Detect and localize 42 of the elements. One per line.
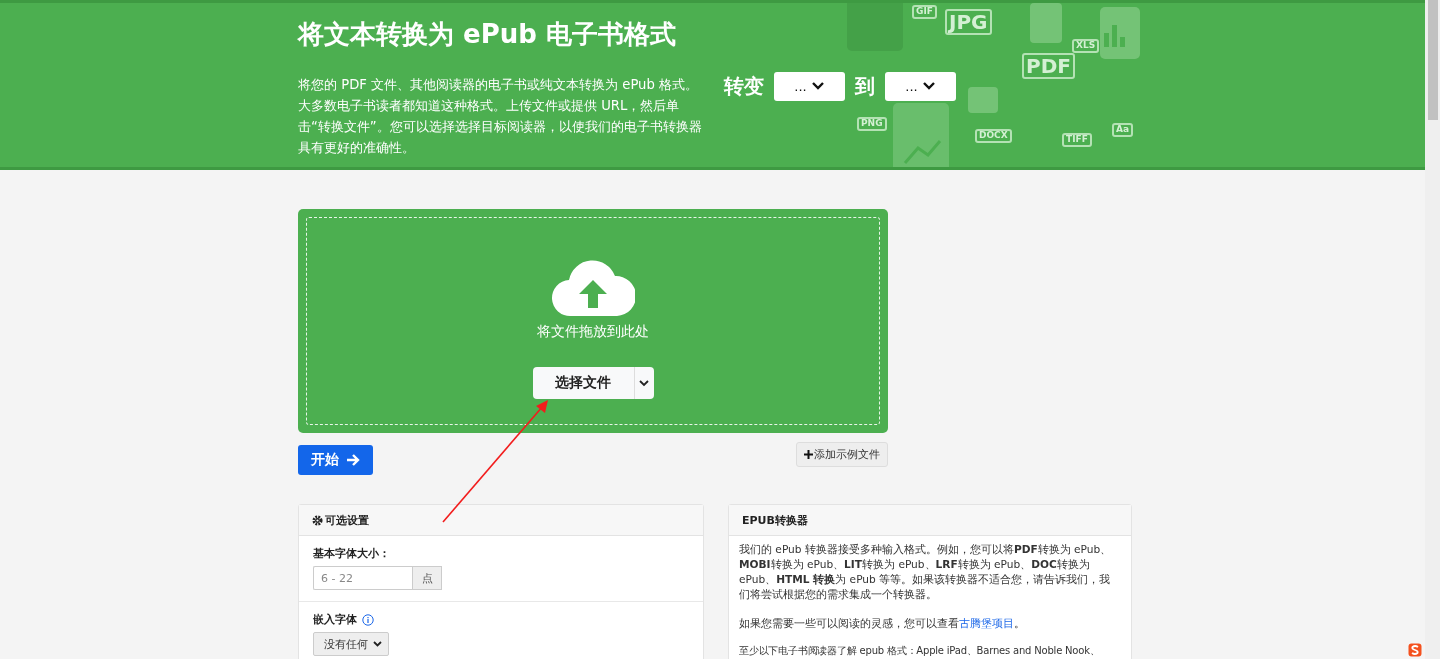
source-menu-button[interactable] xyxy=(633,367,654,399)
start-button[interactable]: 开始 xyxy=(298,445,373,475)
file-type-label: PDF xyxy=(1022,53,1075,79)
drop-hint: 将文件拖放到此处 xyxy=(537,323,649,341)
panel-title: 可选设置 xyxy=(325,512,369,528)
page-description: 将您的 PDF 文件、其他阅读器的电子书或纯文本转换为 ePub 格式。大多数电子书读者都知道这种格式。上传文件或提供 URL，然后单击“转换文件”。您可以选择选择目标阅读器，以使我们的电子书转换器具有更好的准确性。 xyxy=(298,76,703,157)
input-method-icon[interactable] xyxy=(1408,643,1422,657)
field-label: 嵌入字体 xyxy=(313,612,357,627)
panel-title: EPUB转换器 xyxy=(742,512,808,528)
file-type-label: TIFF xyxy=(1062,133,1092,147)
caret-icon xyxy=(639,379,649,387)
convert-from-label: 转变 xyxy=(724,72,764,100)
field-label: 基本字体大小： xyxy=(313,546,391,561)
file-type-label: Aa xyxy=(1112,123,1134,137)
file-type-label: JPG xyxy=(945,9,992,35)
file-type-label: XLS xyxy=(1072,39,1100,53)
info-paragraph: 我们的 ePub 转换器接受多种输入格式。例如，您可以将PDF转换为 ePub、MOBI转换为 ePub、LIT转换为 ePub、LRF转换为 ePub、DOC转换为 ePub、HTML 转换为 ePub 等等。如果该转换器不适合您，请告诉我们，我们将尝试根据您的需求集成一个转换器。 xyxy=(739,542,1113,602)
target-format-select[interactable]: ... xyxy=(885,71,956,101)
file-type-label: DOCX xyxy=(975,129,1012,143)
unit-label: 点 xyxy=(412,566,442,590)
choose-file-button[interactable]: 选择文件 xyxy=(532,367,634,399)
cloud-upload-icon xyxy=(551,258,635,318)
upload-dropzone[interactable]: 将文件拖放到此处 选择文件 xyxy=(298,209,888,433)
file-type-label: GIF xyxy=(912,5,937,19)
info-paragraph: 至少以下电子书阅读器了解 epub 格式：Apple iPad、Barnes and Noble Nook、 xyxy=(739,644,1101,658)
font-size-input[interactable]: 6 - 22 xyxy=(313,566,412,590)
chevron-down-icon xyxy=(921,81,936,91)
scrollbar[interactable] xyxy=(1425,0,1440,659)
convert-to-label: 到 xyxy=(855,72,875,100)
gutenberg-link[interactable]: 古腾堡项目 xyxy=(959,617,1014,629)
arrow-right-icon xyxy=(346,454,360,466)
file-type-label: PNG xyxy=(857,117,887,131)
info-paragraph: 如果您需要一些可以阅读的灵感，您可以查看古腾堡项目。 xyxy=(739,616,1026,631)
info-icon[interactable] xyxy=(362,613,374,626)
chevron-down-icon xyxy=(810,81,825,91)
add-sample-button[interactable]: 添加示例文件 xyxy=(796,442,888,467)
gear-icon xyxy=(312,514,323,526)
page-title: 将文本转换为 ePub 电子书格式 xyxy=(298,18,677,51)
embed-font-select[interactable]: 没有任何 xyxy=(313,632,389,656)
source-format-select[interactable]: ... xyxy=(774,71,845,101)
chevron-down-icon xyxy=(373,641,382,647)
plus-icon xyxy=(804,450,813,459)
